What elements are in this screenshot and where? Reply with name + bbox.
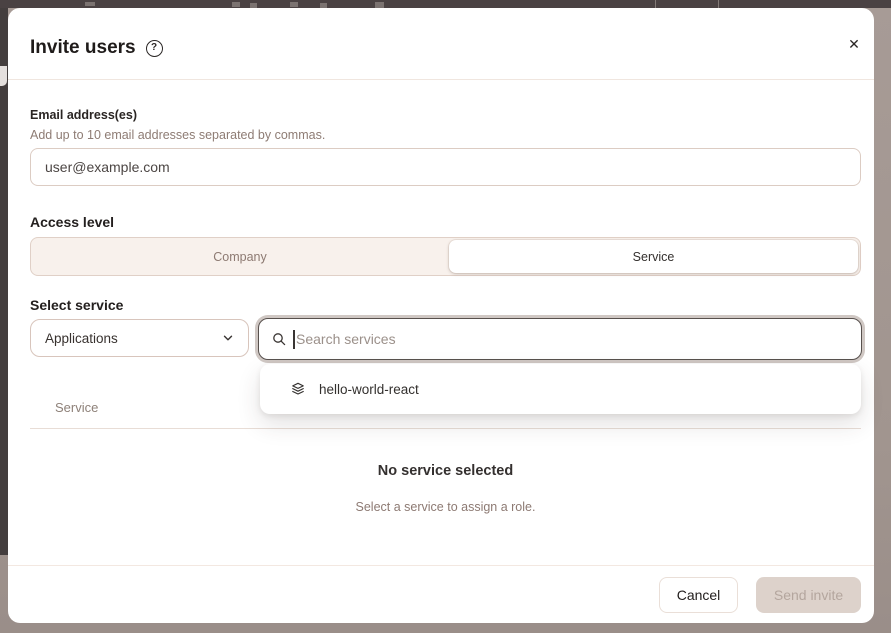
- select-service-label: Select service: [30, 297, 123, 313]
- empty-state-subtitle: Select a service to assign a role.: [30, 500, 861, 514]
- empty-state-title: No service selected: [30, 463, 861, 479]
- chevron-down-icon: [222, 332, 234, 344]
- background-text-remnant: [85, 2, 95, 6]
- cancel-button[interactable]: Cancel: [659, 577, 738, 613]
- email-helper: Add up to 10 email addresses separated b…: [30, 128, 325, 142]
- background-divider-remnant: [718, 0, 719, 8]
- modal-footer: Cancel Send invite: [8, 565, 874, 623]
- service-category-select[interactable]: Applications: [30, 319, 249, 357]
- service-search-field[interactable]: [258, 318, 862, 360]
- header-divider: [8, 79, 874, 80]
- search-result-label: hello-world-react: [319, 382, 419, 397]
- close-icon: ✕: [848, 37, 860, 51]
- access-level-label: Access level: [30, 214, 114, 230]
- segment-company[interactable]: Company: [31, 238, 449, 275]
- background-content-remnant: [0, 66, 7, 86]
- email-label: Email address(es): [30, 108, 137, 122]
- search-results-dropdown: hello-world-react: [260, 364, 861, 414]
- help-icon[interactable]: ?: [146, 40, 163, 57]
- service-list-divider: [30, 428, 861, 429]
- invite-users-modal: Invite users ? ✕ Email address(es) Add u…: [8, 8, 874, 623]
- service-category-value: Applications: [45, 331, 222, 346]
- service-column-header: Service: [55, 400, 98, 415]
- segment-company-label: Company: [213, 250, 267, 264]
- modal-title: Invite users ?: [30, 37, 163, 59]
- send-invite-button[interactable]: Send invite: [756, 577, 861, 613]
- background-page-header: [0, 0, 891, 8]
- segment-service-label: Service: [633, 250, 675, 264]
- segment-service[interactable]: Service: [449, 240, 858, 273]
- background-page-sidebar: [0, 8, 8, 555]
- close-button[interactable]: ✕: [840, 30, 868, 58]
- background-text-remnant: [232, 2, 240, 7]
- search-result-item[interactable]: hello-world-react: [260, 364, 861, 414]
- stack-icon: [291, 382, 305, 396]
- background-divider-remnant: [655, 0, 656, 8]
- email-input[interactable]: [30, 148, 861, 186]
- service-search-input[interactable]: [259, 319, 861, 359]
- modal-title-text: Invite users: [30, 37, 136, 59]
- background-text-remnant: [290, 2, 298, 7]
- access-level-segmented-control: Company Service: [30, 237, 861, 276]
